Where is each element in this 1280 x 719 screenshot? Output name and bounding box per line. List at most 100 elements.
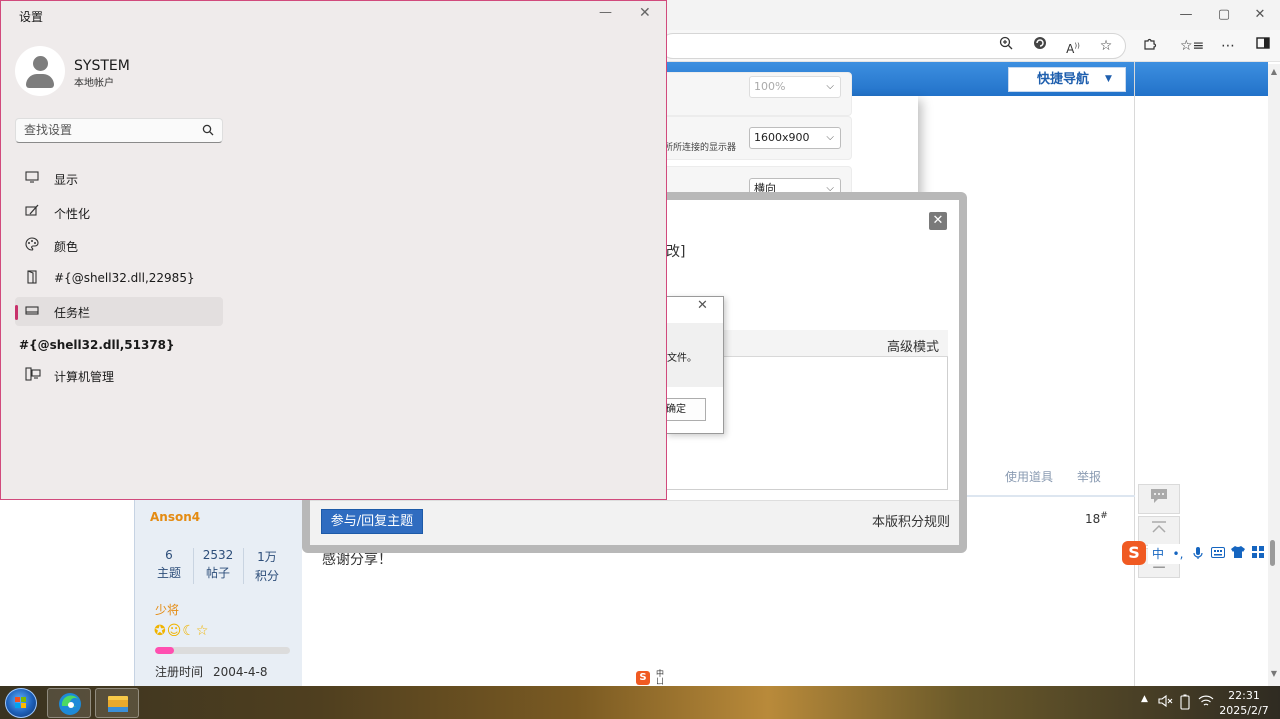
scroll-up-icon[interactable]: ▲ bbox=[1268, 66, 1280, 78]
ime-lang-toggle[interactable]: 中 bbox=[1150, 546, 1166, 562]
post-tools: 使用道具 举报 bbox=[1005, 468, 1125, 485]
zoom-icon[interactable] bbox=[996, 36, 1016, 56]
report-link[interactable]: 举报 bbox=[1077, 470, 1101, 484]
ok-button[interactable]: 确定 bbox=[666, 398, 706, 421]
stat-points[interactable]: 1万 积分 bbox=[242, 548, 292, 584]
nav-item-colors[interactable] bbox=[15, 231, 223, 260]
rank-medal-icons: ✪☺☾☆ bbox=[154, 623, 210, 639]
nav-label-taskbar: 任务栏 bbox=[54, 306, 91, 320]
selected-indicator bbox=[15, 305, 18, 320]
nav-label-shell-22985: #{@shell32.dll,22985} bbox=[54, 271, 195, 285]
user-rank: 少将 bbox=[155, 603, 180, 617]
avatar-head bbox=[33, 56, 48, 71]
scale-select[interactable]: 100% ⌵ bbox=[749, 76, 841, 98]
caret-down-icon: ▼ bbox=[1105, 74, 1112, 84]
toolbox-grid-icon[interactable] bbox=[1250, 546, 1266, 562]
nav-item-personalize[interactable] bbox=[15, 198, 223, 227]
clock-date: 2025/2/7 bbox=[1219, 704, 1269, 717]
palette-icon bbox=[25, 237, 41, 253]
ime-mini-logo-icon[interactable]: S bbox=[636, 671, 650, 685]
taskbar-edge-app[interactable] bbox=[47, 688, 91, 718]
avatar-body bbox=[26, 74, 54, 88]
favorites-list-icon[interactable]: ☆≡ bbox=[1180, 36, 1204, 56]
divider bbox=[960, 495, 1135, 497]
favorite-star-icon[interactable]: ☆ bbox=[1096, 36, 1116, 56]
ime-toolbar: 中 •, bbox=[1148, 544, 1268, 564]
microphone-icon[interactable] bbox=[1190, 546, 1206, 562]
close-button[interactable]: ✕ bbox=[639, 5, 651, 21]
section-heading: #{@shell32.dll,51378} bbox=[19, 338, 175, 352]
content-border bbox=[1134, 62, 1135, 686]
message-text: 文件。 bbox=[667, 353, 697, 364]
monitor-icon bbox=[25, 170, 41, 186]
browser-maximize-button[interactable]: ▢ bbox=[1214, 6, 1234, 24]
skin-shirt-icon[interactable] bbox=[1230, 546, 1246, 562]
read-aloud-icon[interactable]: A)) bbox=[1063, 36, 1083, 56]
nav-item-display[interactable] bbox=[15, 164, 223, 193]
chevron-down-icon: ⌵ bbox=[826, 81, 834, 92]
computer-management-icon bbox=[25, 367, 41, 383]
taskbar-explorer-app[interactable] bbox=[95, 688, 139, 718]
tray-overflow-icon[interactable]: ▲ bbox=[1141, 694, 1148, 704]
taskbar-icon bbox=[25, 303, 41, 319]
ime-mini-status: 中ㄩ bbox=[656, 669, 664, 686]
browser-close-button[interactable]: ✕ bbox=[1250, 6, 1270, 24]
username-link[interactable]: Anson4 bbox=[150, 510, 200, 524]
minimize-button[interactable]: — bbox=[599, 5, 612, 20]
scrollbar-thumb[interactable] bbox=[1270, 540, 1275, 566]
scroll-down-icon[interactable]: ▼ bbox=[1268, 668, 1280, 680]
nav-item-computer-management[interactable] bbox=[15, 361, 223, 390]
personalize-icon bbox=[25, 204, 41, 220]
clock-time: 22:31 bbox=[1228, 689, 1260, 702]
nav-label-computer-management: 计算机管理 bbox=[54, 370, 115, 384]
browser-minimize-button[interactable]: — bbox=[1176, 6, 1196, 24]
taskbar bbox=[0, 686, 1280, 719]
dialog-text-fragment: 改] bbox=[666, 244, 686, 260]
advanced-mode-link[interactable]: 高级模式 bbox=[887, 336, 939, 355]
nav-label-display: 显示 bbox=[54, 173, 79, 187]
stat-threads[interactable]: 6 主题 bbox=[144, 548, 194, 581]
sidebar-toggle-icon[interactable] bbox=[1253, 36, 1273, 56]
chevron-down-icon: ⌵ bbox=[826, 132, 834, 143]
battery-icon[interactable] bbox=[1180, 694, 1190, 713]
ime-punct-toggle[interactable]: •, bbox=[1170, 546, 1186, 562]
search-input[interactable]: 查找设置 bbox=[15, 118, 223, 143]
extensions-icon[interactable] bbox=[1140, 36, 1160, 56]
connected-display-text: 所所连接的显示器 bbox=[664, 143, 737, 153]
search-icon[interactable] bbox=[202, 124, 214, 136]
speaker-muted-icon[interactable] bbox=[1158, 694, 1174, 711]
close-icon[interactable]: ✕ bbox=[697, 298, 708, 313]
points-rules-link[interactable]: 本版积分规则 bbox=[872, 511, 950, 530]
door-icon bbox=[25, 270, 41, 286]
address-bar[interactable] bbox=[660, 33, 1126, 59]
more-menu-icon[interactable]: ⋯ bbox=[1218, 36, 1238, 56]
dialog-close-button[interactable]: ✕ bbox=[929, 212, 947, 230]
nav-label-personalize: 个性化 bbox=[54, 207, 91, 221]
register-time: 注册时间 2004-4-8 bbox=[155, 665, 268, 679]
quick-nav-button[interactable]: 快捷导航 ▼ bbox=[1008, 67, 1126, 92]
resolution-select[interactable]: 1600x900 ⌵ bbox=[749, 127, 841, 149]
system-clock[interactable]: 22:31 2025/2/7 bbox=[1218, 688, 1270, 718]
account-name: SYSTEM bbox=[74, 58, 130, 74]
comment-float-button[interactable] bbox=[1138, 484, 1180, 514]
sogou-ime-logo-icon[interactable]: S bbox=[1122, 541, 1146, 565]
reply-topic-button[interactable]: 参与/回复主题 bbox=[321, 509, 423, 534]
wifi-icon[interactable] bbox=[1198, 694, 1214, 711]
avatar[interactable] bbox=[15, 46, 65, 96]
stat-posts[interactable]: 2532 帖子 bbox=[193, 548, 243, 581]
back-to-top-button[interactable] bbox=[1138, 516, 1180, 546]
account-type: 本地帐户 bbox=[74, 78, 114, 89]
nav-item-taskbar[interactable] bbox=[15, 297, 223, 326]
rank-progress-fill bbox=[155, 647, 174, 654]
settings-window: 设置 — ✕ SYSTEM 本地帐户 查找设置 显示 个性化 颜色 #{@she… bbox=[0, 0, 667, 500]
nav-label-colors: 颜色 bbox=[54, 240, 79, 254]
page-scrollbar[interactable] bbox=[1268, 64, 1280, 686]
use-props-link[interactable]: 使用道具 bbox=[1005, 470, 1053, 484]
quick-nav-label: 快捷导航 bbox=[1037, 72, 1090, 87]
refresh-site-icon[interactable] bbox=[1030, 36, 1050, 56]
message-box-header bbox=[666, 297, 723, 323]
keyboard-icon[interactable] bbox=[1210, 546, 1226, 562]
start-button[interactable] bbox=[5, 688, 37, 718]
post-floor-number[interactable]: 18# bbox=[1085, 511, 1108, 526]
rank-progress-bar bbox=[155, 647, 290, 654]
